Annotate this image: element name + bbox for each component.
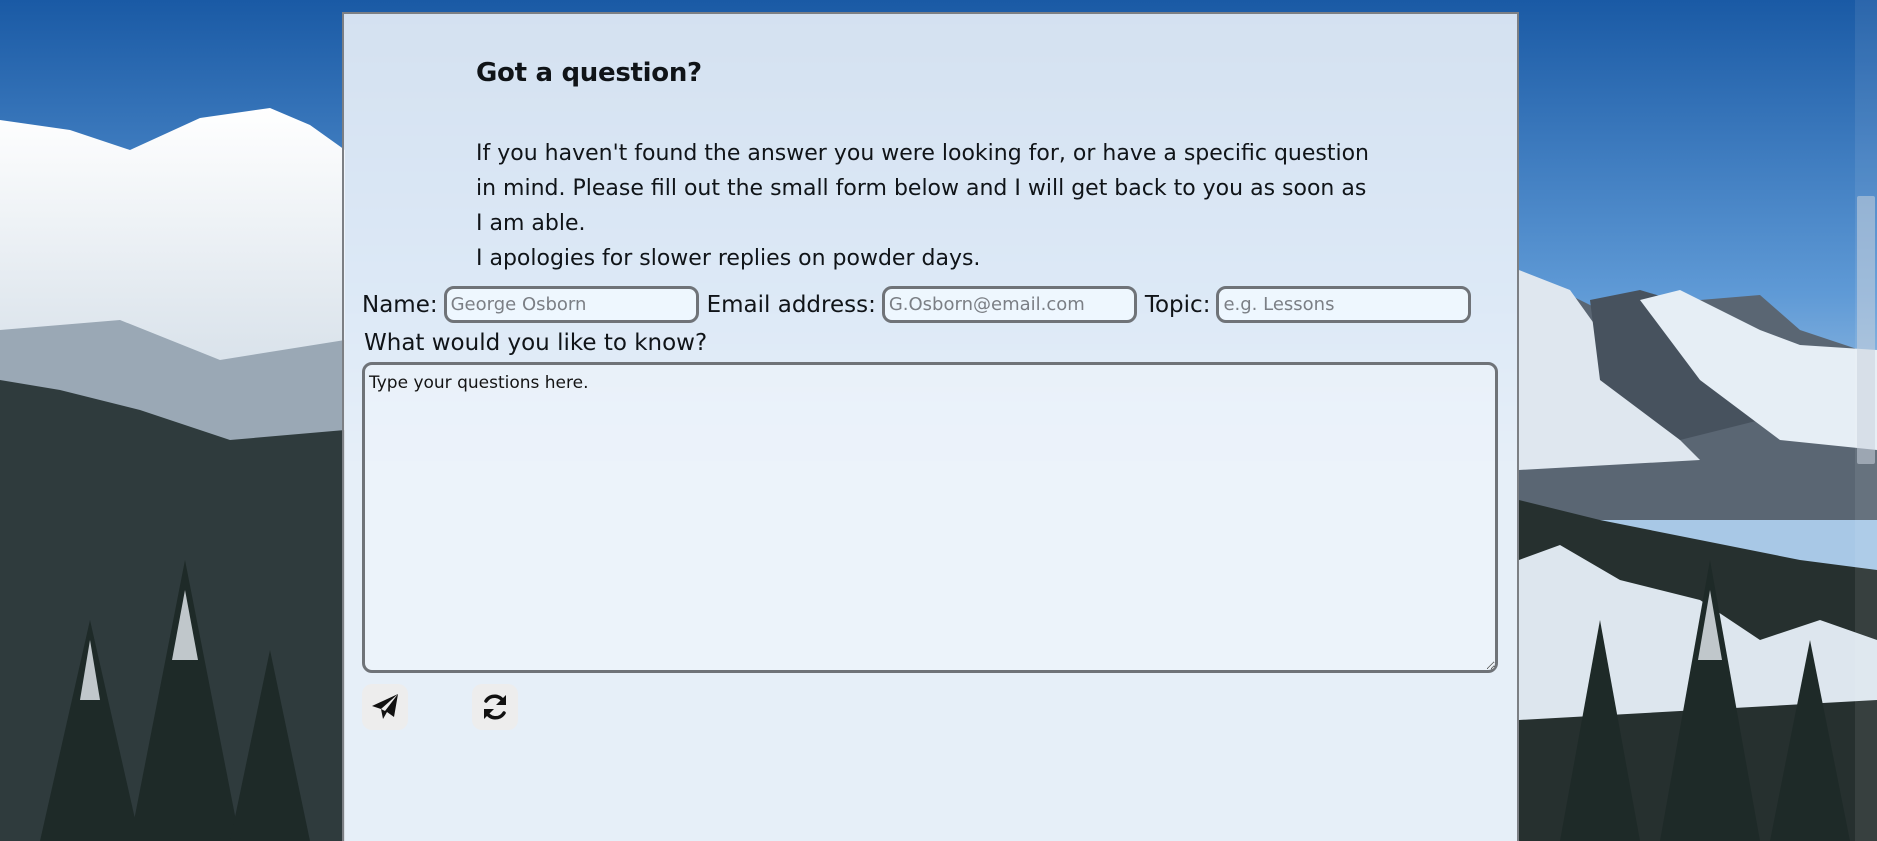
topic-input[interactable] [1216,286,1472,323]
topic-label: Topic: [1144,291,1211,318]
contact-form-panel: Got a question? If you haven't found the… [342,12,1519,841]
question-textarea[interactable] [362,362,1498,673]
form-intro: If you haven't found the answer you were… [476,136,1376,276]
scrollbar-thumb[interactable] [1857,196,1875,464]
contact-fields-row: Name: Email address: Topic: [362,286,1472,323]
form-title: Got a question? [476,58,702,88]
email-input[interactable] [881,286,1137,323]
question-label: What would you like to know? [364,330,708,356]
send-button[interactable] [362,684,408,730]
refresh-icon [484,694,506,720]
name-input[interactable] [443,286,699,323]
email-label: Email address: [706,291,876,318]
paper-plane-icon [372,694,398,719]
reset-button[interactable] [472,684,518,730]
page-scrollbar[interactable] [1855,0,1877,841]
intro-paragraph: If you haven't found the answer you were… [476,141,1369,236]
intro-note: I apologies for slower replies on powder… [476,246,981,271]
name-label: Name: [362,291,438,318]
